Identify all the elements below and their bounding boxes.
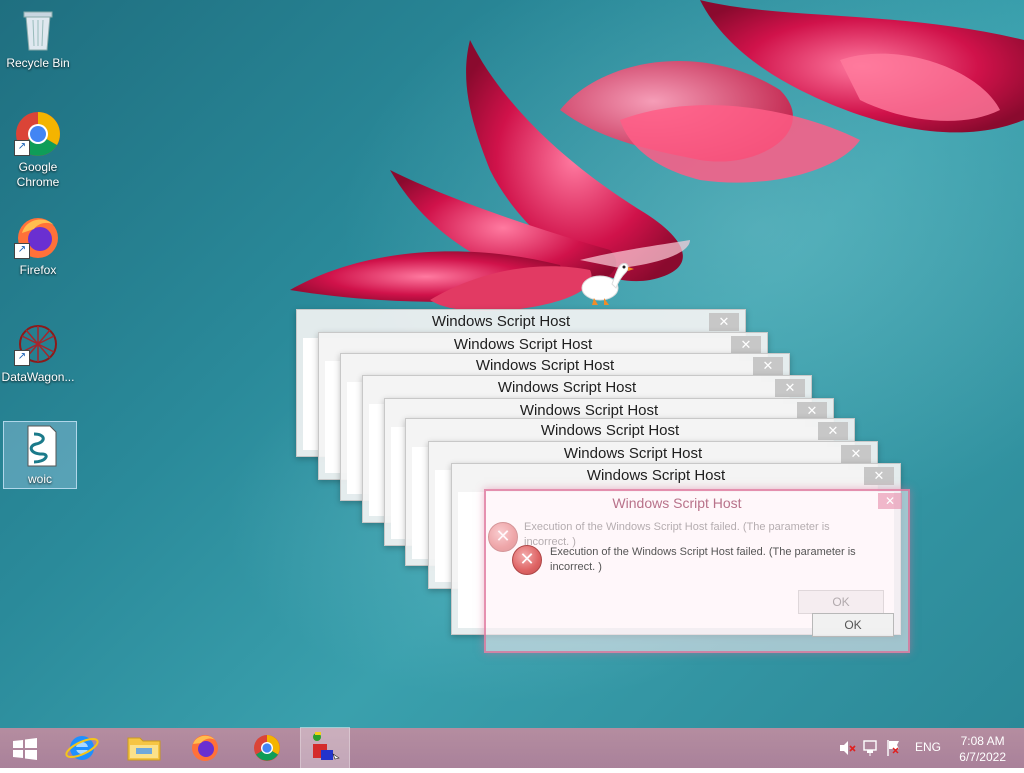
dialog-title: Windows Script Host [563, 445, 703, 462]
datawagon-icon: ↗ [14, 320, 62, 368]
chrome-icon: ↗ [14, 110, 62, 158]
taskbar-chrome[interactable] [239, 728, 295, 768]
datawagon-label: DataWagon... [1, 370, 75, 384]
volume-muted-icon[interactable] [840, 741, 856, 755]
close-button[interactable]: ✕ [731, 336, 761, 354]
google-chrome-label: Google Chrome [16, 160, 60, 189]
desktop: Recycle Bin ↗ Google Chrome ↗ Firefox ↗ … [0, 0, 1024, 728]
close-button[interactable]: ✕ [864, 467, 894, 485]
shortcut-arrow-icon: ↗ [14, 243, 30, 259]
script-file-icon [16, 422, 64, 470]
start-button[interactable] [0, 728, 50, 768]
clock-date: 6/7/2022 [959, 750, 1006, 764]
taskbar-script-app[interactable] [300, 727, 350, 769]
close-button[interactable]: ✕ [709, 313, 739, 331]
dialog-title: Windows Script Host [453, 336, 593, 353]
windows-start-icon [13, 738, 37, 760]
shortcut-arrow-icon: ↗ [14, 350, 30, 366]
dialog-title: Windows Script Host [497, 379, 637, 396]
woic-desktop-icon[interactable]: woic [3, 421, 77, 489]
datawagon-desktop-icon[interactable]: ↗ DataWagon... [0, 320, 76, 385]
recycle-bin-label: Recycle Bin [6, 56, 70, 70]
recycle-bin-desktop-icon[interactable]: Recycle Bin [0, 6, 76, 71]
close-button[interactable]: ✕ [775, 379, 805, 397]
dialog-title: Windows Script Host [519, 402, 659, 419]
close-button[interactable]: ✕ [818, 422, 848, 440]
taskbar: ENG 7:08 AM 6/7/2022 [0, 727, 1024, 769]
file-explorer-icon [127, 737, 161, 761]
clock-time: 7:08 AM [960, 734, 1005, 748]
taskbar-firefox[interactable] [177, 728, 233, 768]
dialog-title: Windows Script Host [540, 422, 680, 439]
ok-button[interactable]: OK [812, 613, 894, 637]
google-chrome-desktop-icon[interactable]: ↗ Google Chrome [0, 110, 76, 190]
woic-label: woic [27, 472, 52, 486]
goose-icon [581, 263, 634, 305]
firefox-label: Firefox [19, 263, 57, 277]
clock[interactable]: 7:08 AM 6/7/2022 [959, 733, 1006, 765]
network-icon[interactable] [863, 740, 877, 756]
language-indicator[interactable]: ENG [915, 740, 941, 754]
close-button[interactable]: ✕ [753, 357, 783, 375]
shortcut-arrow-icon: ↗ [14, 140, 30, 156]
error-message: Execution of the Windows Script Host fai… [550, 546, 856, 573]
firefox-desktop-icon[interactable]: ↗ Firefox [0, 213, 76, 278]
dialog-title: Windows Script Host [475, 357, 615, 374]
internet-explorer-icon [65, 736, 99, 760]
error-icon: ✕ [512, 545, 542, 575]
action-center-flag-icon[interactable] [887, 740, 899, 756]
script-host-dialog-fading[interactable]: Windows Script Host ✕ ✕ Execution of the… [484, 489, 910, 653]
close-button[interactable]: ✕ [841, 445, 871, 463]
dialog-title: Windows Script Host [586, 467, 726, 484]
dialog-title: Windows Script Host [612, 495, 742, 511]
script-app-icon [313, 732, 340, 760]
chrome-icon [254, 735, 280, 761]
taskbar-file-explorer[interactable] [116, 728, 172, 768]
recycle-bin-icon [14, 6, 62, 54]
firefox-icon [192, 735, 218, 761]
system-tray [836, 728, 916, 768]
taskbar-internet-explorer[interactable] [54, 728, 110, 768]
close-button[interactable]: ✕ [878, 493, 902, 509]
firefox-icon: ↗ [14, 213, 62, 261]
dialog-title: Windows Script Host [431, 313, 571, 330]
